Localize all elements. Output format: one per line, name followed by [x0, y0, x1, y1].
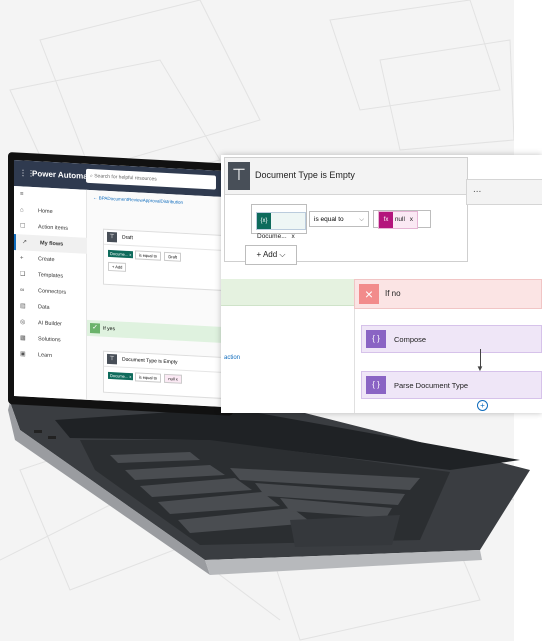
right-operand-field[interactable]: fx null x	[373, 210, 431, 229]
sidebar-item-learn[interactable]: ▣ Learn	[14, 346, 86, 366]
data-icon: ▤	[20, 303, 26, 310]
search-placeholder: Search for helpful resources	[94, 173, 157, 183]
breadcrumb[interactable]: ← BPADocumentReviewApprovalDistribution	[93, 195, 183, 205]
condition-card-header[interactable]: ⊤ Document Type is Empty	[225, 158, 467, 195]
sidebar-item-label: Connectors	[38, 288, 67, 296]
home-icon: ⌂	[20, 207, 24, 214]
expression-token[interactable]: fx null x	[378, 211, 418, 229]
add-label: + Add	[256, 250, 278, 259]
add-button[interactable]: + Add	[108, 261, 127, 272]
parse-icon: { }	[366, 376, 386, 394]
condition-icon: ⊤	[228, 162, 250, 190]
value-field[interactable]: Draft	[164, 251, 182, 262]
ai-icon: ◎	[20, 319, 26, 326]
operator-select[interactable]: is equal to ⌵	[309, 211, 369, 227]
check-icon: ✓	[90, 322, 100, 334]
insert-step-icon[interactable]: +	[477, 400, 488, 411]
card-title: Draft	[122, 234, 133, 242]
sidebar-item-label: Home	[38, 208, 53, 216]
zoomed-flow-overlay: ⊤ Document Type is Empty {x} Docume... x…	[221, 155, 542, 413]
sidebar-item-label: Learn	[38, 352, 53, 359]
search-input[interactable]: ⌕ Search for helpful resources	[86, 168, 216, 190]
sidebar: ≡ ⌂ Home ☐ Action items ↗ My flows + Create …	[14, 186, 88, 400]
learn-icon: ▣	[20, 351, 26, 358]
dynamic-token[interactable]: Docume... x	[108, 371, 134, 381]
draft-condition-card[interactable]: ⊤ Draft Docume... x is equal to Draft + A…	[103, 228, 223, 291]
value-field[interactable]: null x	[164, 373, 182, 384]
if-yes-label: If yes	[103, 325, 115, 333]
token-close-icon[interactable]: x	[410, 216, 413, 223]
clipboard-icon: ☐	[20, 223, 26, 230]
condition-icon: ⊤	[107, 231, 117, 243]
if-yes-branch-header[interactable]	[221, 279, 354, 306]
if-yes-branch: action	[221, 279, 355, 413]
action-label: Parse Document Type	[394, 381, 469, 390]
sidebar-item-label: AI Builder	[38, 320, 62, 328]
chevron-down-icon: ⌵	[359, 216, 364, 223]
card-title: Document Type is Empty	[122, 356, 178, 366]
operator-select[interactable]: is equal to	[134, 372, 161, 383]
operator-value: is equal to	[314, 216, 344, 223]
operator-select[interactable]: is equal to	[134, 250, 161, 261]
sidebar-item-label: Solutions	[38, 336, 61, 344]
if-no-branch-header[interactable]: × If no	[354, 279, 542, 309]
if-no-label: If no	[385, 289, 401, 298]
connector-icon: ∞	[20, 287, 25, 294]
compose-action-card[interactable]: { } Compose	[361, 325, 542, 353]
action-label: Compose	[394, 335, 427, 344]
plus-icon: +	[20, 255, 24, 262]
sidebar-item-label: Data	[38, 304, 50, 311]
variable-icon: {x}	[257, 213, 271, 229]
if-yes-branch-header[interactable]: ✓ If yes	[87, 319, 228, 344]
laptop-screen: ⋮⋮ Power Automate ⌕ Search for helpful r…	[14, 160, 228, 408]
chevron-down-icon: ⌵	[279, 250, 286, 259]
condition-icon: ⊤	[107, 353, 117, 365]
flow-icon: ↗	[22, 239, 28, 246]
sidebar-item-label: Create	[38, 256, 55, 264]
sidebar-item-label: Action items	[38, 224, 68, 232]
function-icon: fx	[379, 212, 393, 228]
dynamic-token[interactable]: Docume... x	[108, 249, 134, 259]
hamburger-icon: ≡	[20, 191, 24, 198]
empty-condition-card[interactable]: ⊤ Document Type is Empty Docume... x is e…	[103, 350, 223, 399]
flow-canvas: ← BPADocumentReviewApprovalDistribution …	[87, 189, 228, 408]
add-button[interactable]: + Add ⌵	[245, 245, 297, 265]
token-label: Docume...	[257, 233, 287, 240]
sidebar-item-label: Templates	[38, 272, 64, 280]
close-icon: ×	[359, 284, 379, 304]
token-close-icon[interactable]: x	[291, 233, 294, 240]
condition-card[interactable]: ⊤ Document Type is Empty {x} Docume... x…	[224, 157, 468, 265]
left-operand-field[interactable]: {x} Docume... x	[251, 204, 307, 240]
templates-icon: ❏	[20, 271, 26, 278]
condition-title: Document Type is Empty	[255, 170, 355, 180]
more-options-icon[interactable]: ...	[473, 184, 481, 195]
add-action-link[interactable]: action	[224, 355, 240, 361]
compose-icon: { }	[366, 330, 386, 348]
breadcrumb-label: BPADocumentReviewApprovalDistribution	[98, 195, 183, 205]
card-menu[interactable]: ...	[466, 179, 542, 205]
sidebar-item-label: My flows	[40, 240, 64, 248]
parse-action-card[interactable]: { } Parse Document Type	[361, 371, 542, 399]
solutions-icon: ▦	[20, 335, 26, 342]
token-label: null	[394, 216, 405, 223]
dynamic-content-token[interactable]: {x} Docume... x	[256, 212, 306, 240]
